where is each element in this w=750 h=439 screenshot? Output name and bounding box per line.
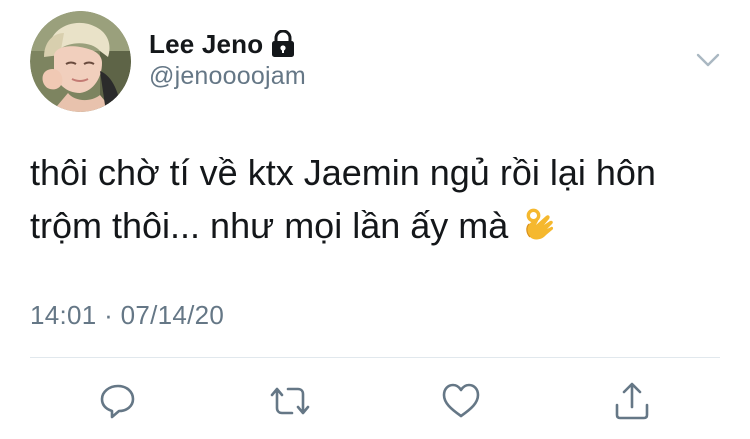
user-handle[interactable]: @jenoooojam <box>149 62 306 91</box>
user-name-row: Lee Jeno <box>149 26 296 62</box>
divider <box>30 357 720 358</box>
lock-icon <box>270 29 296 58</box>
display-name[interactable]: Lee Jeno <box>149 29 263 60</box>
share-icon[interactable] <box>612 381 652 421</box>
tweet-text-line-2-text: trộm thôi... như mọi lần ấy mà <box>30 205 509 246</box>
tweet-timestamp[interactable]: 14:01 · 07/14/20 <box>30 300 224 331</box>
ok-hand-emoji <box>520 206 558 244</box>
tweet-text-line-1: thôi chờ tí về ktx Jaemin ngủ rồi lại hô… <box>30 152 656 193</box>
tweet-text: thôi chờ tí về ktx Jaemin ngủ rồi lại hô… <box>30 146 730 252</box>
heart-icon[interactable] <box>441 381 481 421</box>
avatar[interactable] <box>30 11 131 112</box>
tweet-text-line-2: trộm thôi... như mọi lần ấy mà <box>30 199 730 252</box>
tweet-card: Lee Jeno @jenoooojam thôi chờ tí về ktx … <box>0 0 750 439</box>
reply-icon[interactable] <box>98 381 138 421</box>
retweet-icon[interactable] <box>270 381 310 421</box>
chevron-down-icon[interactable] <box>694 50 722 70</box>
